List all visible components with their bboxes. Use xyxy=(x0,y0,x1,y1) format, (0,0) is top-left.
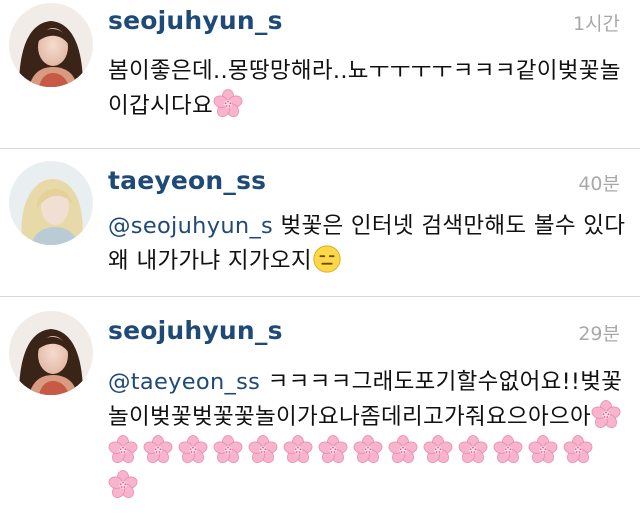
username[interactable]: taeyeon_ss xyxy=(108,166,266,195)
cherry-blossom-icon xyxy=(283,435,313,465)
cherry-blossom-icon xyxy=(318,435,348,465)
cherry-blossom-icon xyxy=(143,435,173,465)
username[interactable]: seojuhyun_s xyxy=(108,316,283,345)
mention-link[interactable]: @taeyeon_ss xyxy=(108,369,260,395)
comment-text: @seojuhyun_s 벚꽃은 인터넷 검색만해도 볼수 있다 왜 내가가냐 … xyxy=(108,209,628,279)
comment-item: seojuhyun_s 1시간 봄이좋은데..몽땅망해라..뇨ㅜㅜㅜㅜㅋㅋㅋ같이… xyxy=(0,0,640,150)
cherry-blossom-icon xyxy=(213,89,243,119)
cherry-blossom-icon xyxy=(213,435,243,465)
cherry-blossom-icon xyxy=(248,435,278,465)
comment-item: seojuhyun_s 29분 @taeyeon_ss ㅋㅋㅋㅋ그래도포기할수없… xyxy=(0,297,640,521)
cherry-blossom-icon xyxy=(528,435,558,465)
avatar[interactable] xyxy=(9,3,93,87)
cherry-blossom-icon xyxy=(591,400,621,430)
avatar[interactable] xyxy=(9,311,93,395)
cherry-blossom-icon xyxy=(353,435,383,465)
username[interactable]: seojuhyun_s xyxy=(108,6,283,35)
cherry-blossom-icon xyxy=(563,435,593,465)
timestamp: 1시간 xyxy=(572,13,620,35)
comment-item: taeyeon_ss 40분 @seojuhyun_s 벚꽃은 인터넷 검색만해… xyxy=(0,149,640,297)
expressionless-face-icon xyxy=(312,244,342,274)
cherry-blossom-icon xyxy=(458,435,488,465)
cherry-blossom-icon xyxy=(178,435,208,465)
cherry-blossom-icon xyxy=(108,435,138,465)
timestamp: 40분 xyxy=(578,173,620,195)
comment-text: @taeyeon_ss ㅋㅋㅋㅋ그래도포기할수없어요!!벚꽃놀이벚꽃벚꽃꽃놀이가… xyxy=(108,365,628,505)
mention-link[interactable]: @seojuhyun_s xyxy=(108,213,273,239)
cherry-blossom-icon xyxy=(108,470,138,500)
comment-text: 봄이좋은데..몽땅망해라..뇨ㅜㅜㅜㅜㅋㅋㅋ같이벚꽃놀이갑시다요 xyxy=(108,54,628,124)
cherry-blossom-icon xyxy=(493,435,523,465)
cherry-blossom-icon xyxy=(423,435,453,465)
comment-feed: seojuhyun_s 1시간 봄이좋은데..몽땅망해라..뇨ㅜㅜㅜㅜㅋㅋㅋ같이… xyxy=(0,0,640,521)
cherry-blossom-icon xyxy=(388,435,418,465)
timestamp: 29분 xyxy=(578,323,620,345)
comment-body: 봄이좋은데..몽땅망해라..뇨ㅜㅜㅜㅜㅋㅋㅋ같이벚꽃놀이갑시다요 xyxy=(108,58,621,119)
avatar[interactable] xyxy=(9,161,93,245)
